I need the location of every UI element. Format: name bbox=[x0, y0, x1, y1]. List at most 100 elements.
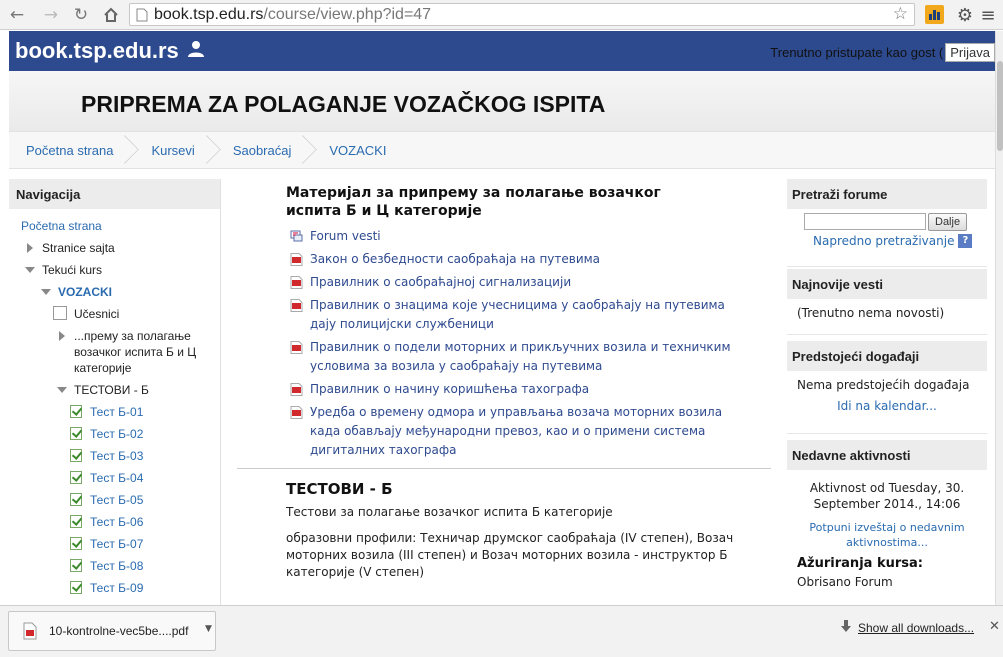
nav-test-label[interactable]: Тест Б-03 bbox=[90, 449, 143, 463]
resource-link-line[interactable]: условима за возила у саобраћају на путев… bbox=[310, 357, 766, 376]
nav-participants[interactable]: Učesnici bbox=[9, 303, 220, 325]
recent-activity-title: Nedavne aktivnosti bbox=[787, 440, 987, 470]
nav-test-item[interactable]: Тест Б-02 bbox=[9, 423, 220, 445]
vertical-scrollbar[interactable] bbox=[995, 31, 1003, 605]
resource-link-line[interactable]: дају полицијски службеници bbox=[310, 315, 766, 334]
resource-link[interactable]: Правилник о начину коришћења тахографа bbox=[286, 380, 766, 399]
nav-test-label[interactable]: Тест Б-09 bbox=[90, 581, 143, 595]
nav-test-item[interactable]: Тест Б-06 bbox=[9, 511, 220, 533]
bookmark-star-icon[interactable]: ☆ bbox=[893, 4, 908, 25]
url-host: book.tsp.edu.rs bbox=[154, 5, 264, 23]
resource-link[interactable]: Правилник о знацима које учесницима у са… bbox=[286, 296, 766, 334]
close-icon[interactable]: ✕ bbox=[989, 619, 1000, 634]
section-divider bbox=[237, 468, 771, 469]
resource-link-line[interactable]: када обављају међународни превоз, као и … bbox=[310, 422, 766, 441]
breadcrumb-courses[interactable]: Kursevi bbox=[151, 143, 194, 158]
expand-arrow-icon[interactable] bbox=[59, 331, 65, 341]
menu-icon[interactable]: ≡ bbox=[977, 4, 999, 26]
nav-section-2-label[interactable]: ТЕСТОВИ - Б bbox=[74, 383, 149, 397]
login-link[interactable]: Prijava bbox=[945, 43, 995, 62]
resource-link-line[interactable]: Закон о безбедности саобраћаја на путеви… bbox=[310, 250, 766, 269]
resource-link-line[interactable]: Уредба о времену одмора и управљања воза… bbox=[310, 403, 766, 422]
nav-test-label[interactable]: Тест Б-05 bbox=[90, 493, 143, 507]
download-menu-arrow-icon[interactable]: ▼ bbox=[205, 624, 212, 634]
forward-icon[interactable]: → bbox=[40, 4, 62, 26]
resource-link-line[interactable]: Правилник о саобраћајној сигнализацији bbox=[310, 273, 766, 292]
address-bar[interactable]: book.tsp.edu.rs/course/view.php?id=47 ☆ bbox=[129, 3, 915, 26]
full-report-link[interactable]: Potpuni izveštaj o nedavnim aktivnostima… bbox=[787, 520, 987, 550]
nav-course[interactable]: VOZACKI bbox=[9, 281, 220, 303]
collapse-arrow-icon[interactable] bbox=[57, 387, 67, 393]
home-icon[interactable] bbox=[100, 4, 122, 26]
nav-section-2[interactable]: ТЕСТОВИ - Б bbox=[9, 379, 220, 401]
pdf-icon bbox=[290, 383, 303, 396]
resource-link[interactable]: Forum vesti bbox=[286, 227, 766, 246]
reload-icon[interactable]: ↻ bbox=[70, 4, 92, 26]
calendar-link[interactable]: Idi na kalendar... bbox=[787, 399, 987, 413]
site-logo[interactable]: book.tsp.edu.rs bbox=[15, 38, 179, 64]
nav-section-1-line[interactable]: возачког испита Б и Ц bbox=[74, 344, 220, 360]
nav-test-label[interactable]: Тест Б-06 bbox=[90, 515, 143, 529]
breadcrumb-category[interactable]: Saobraćaj bbox=[233, 143, 292, 158]
resource-link-line[interactable]: Правилник о начину коришћења тахографа bbox=[310, 380, 766, 399]
nav-current-course-label[interactable]: Tekući kurs bbox=[42, 263, 102, 277]
search-forums-title: Pretraži forume bbox=[787, 179, 987, 209]
nav-home[interactable]: Početna strana bbox=[9, 215, 220, 237]
nav-section-1[interactable]: ...премy за полагање возачког испита Б и… bbox=[9, 325, 220, 379]
nav-test-item[interactable]: Тест Б-07 bbox=[9, 533, 220, 555]
nav-course-label[interactable]: VOZACKI bbox=[58, 285, 112, 299]
resource-link[interactable]: Правилник о подели моторних и прикључних… bbox=[286, 338, 766, 376]
collapse-arrow-icon[interactable] bbox=[41, 289, 51, 295]
breadcrumb-separator bbox=[125, 132, 139, 168]
nav-test-label[interactable]: Тест Б-08 bbox=[90, 559, 143, 573]
download-item[interactable]: 10-kontrolne-vec5be....pdf ▼ bbox=[8, 611, 216, 651]
search-forums-button[interactable]: Dalje bbox=[928, 213, 968, 231]
resource-link[interactable]: Уредба о времену одмора и управљања воза… bbox=[286, 403, 766, 460]
nav-test-label[interactable]: Тест Б-04 bbox=[90, 471, 143, 485]
course-updates-title: Ažuriranja kursa: bbox=[797, 556, 923, 571]
quiz-icon bbox=[70, 537, 82, 550]
nav-site-pages-label[interactable]: Stranice sajta bbox=[42, 241, 115, 255]
resource-link[interactable]: Закон о безбедности саобраћаја на путеви… bbox=[286, 250, 766, 269]
help-icon[interactable]: ? bbox=[958, 234, 973, 248]
resource-link-line[interactable]: Forum vesti bbox=[310, 227, 766, 246]
resource-link-line[interactable]: дигиталних тахографа bbox=[310, 441, 766, 460]
breadcrumb-course[interactable]: VOZACKI bbox=[329, 143, 386, 158]
login-info: Trenutno pristupate kao gost (Prijava bbox=[770, 43, 995, 62]
back-icon[interactable]: ← bbox=[6, 4, 28, 26]
show-all-downloads-link[interactable]: Show all downloads... bbox=[858, 621, 974, 635]
nav-test-item[interactable]: Тест Б-01 bbox=[9, 401, 220, 423]
nav-test-item[interactable]: Тест Б-08 bbox=[9, 555, 220, 577]
pdf-icon bbox=[290, 341, 303, 354]
nav-home-label[interactable]: Početna strana bbox=[21, 219, 102, 233]
expand-arrow-icon[interactable] bbox=[27, 243, 33, 253]
resource-link-line[interactable]: Правилник о знацима које учесницима у са… bbox=[310, 296, 766, 315]
recent-activity-block: Nedavne aktivnosti Aktivnost od Tuesday,… bbox=[787, 440, 987, 600]
nav-test-label[interactable]: Тест Б-01 bbox=[90, 405, 143, 419]
nav-test-item[interactable]: Тест Б-09 bbox=[9, 577, 220, 599]
participants-icon bbox=[53, 306, 67, 320]
collapse-arrow-icon[interactable] bbox=[25, 267, 35, 273]
scrollbar-thumb[interactable] bbox=[997, 61, 1003, 151]
nav-site-pages[interactable]: Stranice sajta bbox=[9, 237, 220, 259]
extension-icon[interactable] bbox=[925, 5, 944, 24]
nav-current-course[interactable]: Tekući kurs bbox=[9, 259, 220, 281]
advanced-search-link[interactable]: Napredno pretraživanje bbox=[813, 234, 954, 248]
breadcrumb-home[interactable]: Početna strana bbox=[26, 143, 113, 158]
search-forums-input[interactable] bbox=[804, 213, 926, 230]
nav-participants-label[interactable]: Učesnici bbox=[74, 307, 119, 321]
resource-link-line[interactable]: Правилник о подели моторних и прикључних… bbox=[310, 338, 766, 357]
full-report-line[interactable]: aktivnostima... bbox=[787, 535, 987, 550]
nav-test-label[interactable]: Тест Б-07 bbox=[90, 537, 143, 551]
download-file-name[interactable]: 10-kontrolne-vec5be....pdf bbox=[49, 624, 188, 638]
nav-test-label[interactable]: Тест Б-02 bbox=[90, 427, 143, 441]
full-report-line[interactable]: Potpuni izveštaj o nedavnim bbox=[787, 520, 987, 535]
nav-test-item[interactable]: Тест Б-05 bbox=[9, 489, 220, 511]
nav-section-1-line[interactable]: категорије bbox=[74, 360, 220, 376]
nav-test-item[interactable]: Тест Б-04 bbox=[9, 467, 220, 489]
site-header: book.tsp.edu.rs Trenutno pristupate kao … bbox=[9, 31, 995, 71]
nav-section-1-line[interactable]: ...премy за полагање bbox=[74, 328, 220, 344]
resource-link[interactable]: Правилник о саобраћајној сигнализацији bbox=[286, 273, 766, 292]
settings-gear-icon[interactable]: ⚙ bbox=[954, 4, 976, 26]
nav-test-item[interactable]: Тест Б-03 bbox=[9, 445, 220, 467]
